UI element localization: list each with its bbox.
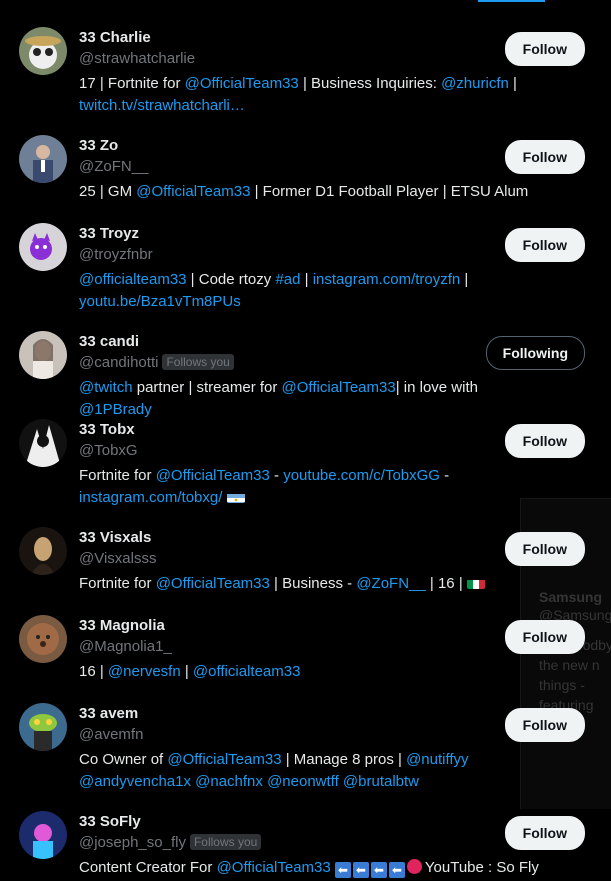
left-arrow-icon: ⬅ (370, 862, 387, 878)
user-name[interactable]: 33 Visxals (79, 529, 151, 546)
avatar[interactable] (19, 811, 67, 859)
user-cell[interactable]: 33 SoFly @joseph_so_fly Follows you Follow C… (0, 784, 611, 878)
bio-text: Content Creator For (79, 859, 217, 876)
bio-link[interactable]: @OfficialTeam33 (167, 751, 281, 768)
avatar[interactable] (19, 27, 67, 75)
follow-button[interactable]: Follow (504, 816, 585, 850)
user-bio: Content Creator For @OfficialTeam33 ⬅ ⬅ ⬅ ⬅… (79, 857, 549, 881)
avatar[interactable] (19, 135, 67, 183)
user-cell[interactable]: 33 Tobx @TobxG Follow Fortnite for @Officia… (0, 392, 611, 506)
bio-text: Fortnite for (79, 467, 156, 484)
user-cell[interactable]: 33 Troyz @troyzfnbr Follow @officialteam33 … (0, 196, 611, 310)
follows-you-badge: Follows you (189, 834, 262, 850)
handle-text[interactable]: @avemfn (79, 726, 143, 743)
handle-text[interactable]: @strawhatcharlie (79, 50, 195, 67)
user-handle[interactable]: @Visxalsss (79, 550, 156, 567)
user-cell[interactable]: 33 Charlie @strawhatcharlie Follow 17 | For… (0, 0, 611, 114)
bio-text: Co Owner of (79, 751, 168, 768)
handle-text[interactable]: @Magnolia1_ (79, 638, 172, 655)
user-handle[interactable]: @strawhatcharlie (79, 50, 195, 67)
follow-button[interactable]: Follow (504, 140, 585, 174)
bio-link[interactable]: @OfficialTeam33 (185, 75, 299, 92)
handle-text[interactable]: @troyzfnbr (79, 246, 153, 263)
left-arrow-icon: ⬅ (334, 862, 351, 878)
avatar[interactable] (19, 419, 67, 467)
bio-text: | (300, 271, 313, 288)
user-name[interactable]: 33 Troyz (79, 225, 139, 242)
handle-text[interactable]: @candihotti (79, 354, 158, 371)
bio-text: - (269, 467, 284, 484)
bio-text: YouTube : So Fly (424, 859, 539, 876)
follow-button[interactable]: Follow (504, 532, 585, 566)
following-button[interactable]: Following (485, 336, 585, 370)
bio-text: - (439, 467, 450, 484)
user-handle[interactable]: @Magnolia1_ (79, 638, 172, 655)
bio-text: | Manage 8 pros | (281, 751, 407, 768)
handle-text[interactable]: @joseph_so_fly (79, 834, 186, 851)
left-arrow-icon: ⬅ (388, 862, 405, 878)
user-name[interactable]: 33 Tobx (79, 421, 135, 438)
bio-text: | Code rtozy (186, 271, 276, 288)
user-handle[interactable]: @TobxG (79, 442, 138, 459)
user-cell[interactable]: 33 Zo @ZoFN__ Follow 25 | GM @OfficialTeam3… (0, 108, 611, 200)
user-handle[interactable]: @avemfn (79, 726, 143, 743)
handle-text[interactable]: @ZoFN__ (79, 158, 148, 175)
bio-text: 17 | Fortnite for (79, 75, 185, 92)
follow-button[interactable]: Follow (504, 620, 585, 654)
user-cell[interactable]: 33 avem @avemfn Follow Co Owner of @Officia… (0, 676, 611, 790)
handle-text[interactable]: @Visxalsss (79, 550, 156, 567)
bio-link[interactable]: @OfficialTeam33 (217, 859, 331, 876)
user-name[interactable]: 33 avem (79, 705, 138, 722)
user-name[interactable]: 33 Zo (79, 137, 118, 154)
bio-text: | (460, 271, 469, 288)
avatar[interactable] (19, 527, 67, 575)
bio-link[interactable]: instagram.com/troyzfn (313, 271, 461, 288)
follows-you-badge: Follows you (162, 354, 234, 370)
handle-text[interactable]: @TobxG (79, 442, 138, 459)
avatar[interactable] (19, 331, 67, 379)
user-name[interactable]: 33 Charlie (79, 29, 151, 46)
user-handle[interactable]: @ZoFN__ (79, 158, 148, 175)
bio-link[interactable]: #ad (275, 271, 300, 288)
bio-text: | Business Inquiries: (298, 75, 442, 92)
avatar[interactable] (19, 615, 67, 663)
user-handle[interactable]: @candihotti Follows you (79, 354, 234, 371)
user-cell[interactable]: 33 Magnolia @Magnolia1_ Follow 16 | @nerves… (0, 588, 611, 680)
left-arrow-icon: ⬅ (352, 862, 369, 878)
avatar[interactable] (19, 223, 67, 271)
bio-link[interactable]: youtube.com/c/TobxGG (283, 467, 440, 484)
red-circle-icon (406, 859, 422, 874)
user-name[interactable]: 33 candi (79, 333, 139, 350)
bio-text: | (508, 75, 517, 92)
bio-link[interactable]: @nutiffyy (406, 751, 468, 768)
avatar[interactable] (19, 703, 67, 751)
bio-link[interactable]: @OfficialTeam33 (156, 467, 270, 484)
user-name[interactable]: 33 SoFly (79, 813, 141, 830)
user-cell[interactable]: 33 candi @candihotti Follows you Following @… (0, 304, 611, 418)
user-handle[interactable]: @troyzfnbr (79, 246, 153, 263)
bio-link[interactable]: @zhuricfn (441, 75, 509, 92)
left-arrow-emoji-icons: ⬅ ⬅ ⬅ ⬅ (334, 859, 407, 881)
follow-button[interactable]: Follow (504, 708, 585, 742)
follow-button[interactable]: Follow (504, 424, 585, 458)
user-handle[interactable]: @joseph_so_fly Follows you (79, 834, 262, 851)
bio-link[interactable]: @officialteam33 (79, 271, 187, 288)
follow-button[interactable]: Follow (504, 32, 585, 66)
user-name[interactable]: 33 Magnolia (79, 617, 165, 634)
user-cell[interactable]: 33 Visxals @Visxalsss Follow Fortnite for @… (0, 500, 611, 592)
follow-button[interactable]: Follow (504, 228, 585, 262)
